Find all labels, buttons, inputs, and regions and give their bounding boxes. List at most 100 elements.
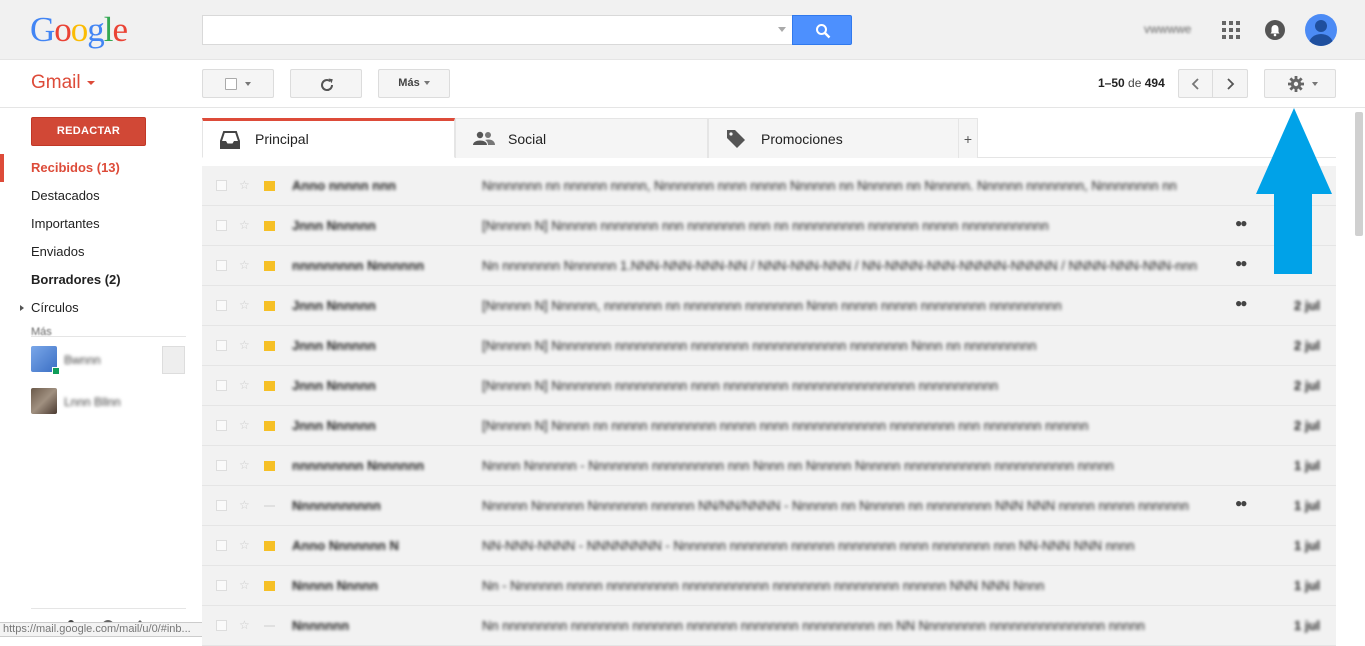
row-checkbox[interactable]: [216, 180, 227, 191]
email-subject: NN-NNN-NNNN - NNNNNNNN - Nnnnnnn nnnnnnn…: [482, 538, 1135, 553]
thread-dots-icon: ●●: [1235, 296, 1247, 310]
sidebar-item[interactable]: Círculos: [0, 294, 200, 322]
star-icon[interactable]: ☆: [239, 219, 250, 231]
email-row[interactable]: ☆ Jnnn Nnnnnn [Nnnnnn N] Nnnnnnnn nnnnnnnn…: [202, 366, 1336, 406]
select-checkbox-button[interactable]: [202, 69, 274, 98]
star-icon[interactable]: ☆: [239, 459, 250, 471]
important-marker-icon[interactable]: [264, 625, 275, 627]
row-checkbox[interactable]: [216, 340, 227, 351]
search-icon: [816, 24, 831, 39]
tab-label: Social: [508, 131, 547, 147]
important-marker-icon[interactable]: [264, 381, 275, 391]
user-name[interactable]: vwwwwe: [1144, 22, 1191, 36]
star-icon[interactable]: ☆: [239, 619, 250, 631]
tab-principal[interactable]: Principal: [202, 118, 455, 158]
email-row[interactable]: ☆ Anno nnnnn nnn Nnnnnnnn nn nnnnnn nnnnn,…: [202, 166, 1336, 206]
important-marker-icon[interactable]: [264, 341, 275, 351]
row-checkbox[interactable]: [216, 620, 227, 631]
important-marker-icon[interactable]: [264, 461, 275, 471]
row-checkbox[interactable]: [216, 260, 227, 271]
star-icon[interactable]: ☆: [239, 499, 250, 511]
email-row[interactable]: ☆ Jnnn Nnnnnn [Nnnnnn N] Nnnnnn nnnnnnnn n…: [202, 206, 1336, 246]
account-avatar[interactable]: [1305, 14, 1337, 46]
email-row[interactable]: ☆ Nnnnn Nnnnn Nn - Nnnnnnn nnnnn nnnnnnnnn…: [202, 566, 1336, 606]
email-sender: Jnnn Nnnnnn: [292, 338, 376, 353]
star-icon[interactable]: ☆: [239, 579, 250, 591]
tab-social[interactable]: Social: [455, 118, 708, 158]
row-checkbox[interactable]: [216, 580, 227, 591]
email-row[interactable]: ☆ Jnnn Nnnnnn [Nnnnnn N] Nnnnnnnn nnnnnnnn…: [202, 326, 1336, 366]
row-checkbox[interactable]: [216, 300, 227, 311]
sidebar-item[interactable]: Destacados: [0, 182, 200, 210]
contact-options-button[interactable]: [162, 346, 185, 374]
email-sender: Nnnnnnnnnnn: [292, 498, 381, 513]
email-sender: Anno Nnnnnnn N: [292, 538, 399, 553]
settings-button[interactable]: [1264, 69, 1336, 98]
compose-button[interactable]: REDACTAR: [31, 117, 146, 146]
search-options-icon[interactable]: [778, 27, 786, 32]
sidebar-item[interactable]: Importantes: [0, 210, 200, 238]
star-icon[interactable]: ☆: [239, 379, 250, 391]
star-icon[interactable]: ☆: [239, 299, 250, 311]
logo-letter: o: [54, 10, 71, 49]
email-subject: [Nnnnnn N] Nnnnnn, nnnnnnnn nn nnnnnnnn …: [482, 298, 1062, 313]
email-row[interactable]: ☆ Nnnnnnn Nn nnnnnnnnn nnnnnnnn nnnnnnn nn…: [202, 606, 1336, 646]
important-marker-icon[interactable]: [264, 261, 275, 271]
refresh-button[interactable]: [290, 69, 362, 98]
inbox-icon: [220, 131, 240, 149]
email-subject: Nnnnnn Nnnnnnn Nnnnnnnn nnnnnn NN/NN/NNN…: [482, 498, 1189, 513]
star-icon[interactable]: ☆: [239, 539, 250, 551]
search-input[interactable]: [202, 15, 792, 45]
chevron-down-icon: [1312, 82, 1318, 86]
scrollbar[interactable]: [1353, 108, 1365, 637]
important-marker-icon[interactable]: [264, 421, 275, 431]
search-button[interactable]: [792, 15, 852, 45]
chevron-left-icon: [1191, 78, 1199, 90]
gmail-menu[interactable]: Gmail: [31, 72, 95, 94]
row-checkbox[interactable]: [216, 460, 227, 471]
star-icon[interactable]: ☆: [239, 419, 250, 431]
row-checkbox[interactable]: [216, 540, 227, 551]
email-subject: Nn - Nnnnnnn nnnnn nnnnnnnnnn nnnnnnnnnn…: [482, 578, 1045, 593]
notifications-bell-icon[interactable]: [1265, 20, 1285, 40]
pagination-count: 1–50 de 494: [1098, 76, 1165, 90]
email-row[interactable]: ☆ Jnnn Nnnnnn [Nnnnnn N] Nnnnn nn nnnnn nn…: [202, 406, 1336, 446]
add-tab-button[interactable]: +: [958, 118, 978, 158]
sidebar-item[interactable]: Recibidos (13): [0, 154, 200, 182]
star-icon[interactable]: ☆: [239, 259, 250, 271]
row-checkbox[interactable]: [216, 380, 227, 391]
sidebar-item[interactable]: Enviados: [0, 238, 200, 266]
older-page-button[interactable]: [1212, 69, 1248, 98]
tab-promociones[interactable]: Promociones: [708, 118, 961, 158]
row-checkbox[interactable]: [216, 500, 227, 511]
google-logo[interactable]: Google: [30, 10, 128, 50]
more-actions-button[interactable]: Más: [378, 69, 450, 98]
important-marker-icon[interactable]: [264, 221, 275, 231]
newer-page-button[interactable]: [1178, 69, 1213, 98]
important-marker-icon[interactable]: [264, 301, 275, 311]
thread-dots-icon: ●●: [1235, 496, 1247, 510]
important-marker-icon[interactable]: [264, 505, 275, 507]
contact-item[interactable]: Lnnn Bllnn: [31, 388, 191, 416]
expand-triangle-icon[interactable]: [20, 305, 24, 311]
sidebar-item[interactable]: Borradores (2): [0, 266, 200, 294]
scrollbar-thumb[interactable]: [1355, 112, 1363, 236]
email-row[interactable]: ☆ nnnnnnnnn Nnnnnnn Nnnnn Nnnnnnn - Nnnnnn…: [202, 446, 1336, 486]
row-checkbox[interactable]: [216, 220, 227, 231]
email-row[interactable]: ☆ nnnnnnnnn Nnnnnnn Nn nnnnnnnn Nnnnnnn 1.…: [202, 246, 1336, 286]
important-marker-icon[interactable]: [264, 541, 275, 551]
email-row[interactable]: ☆ Nnnnnnnnnnn Nnnnnn Nnnnnnn Nnnnnnnn nnnn…: [202, 486, 1336, 526]
email-sender: Jnnn Nnnnnn: [292, 298, 376, 313]
email-row[interactable]: ☆ Jnnn Nnnnnn [Nnnnnn N] Nnnnnn, nnnnnnnn …: [202, 286, 1336, 326]
callout-arrow-icon: [1256, 108, 1332, 274]
apps-grid-icon[interactable]: [1222, 21, 1240, 39]
email-row[interactable]: ☆ Anno Nnnnnnn N NN-NNN-NNNN - NNNNNNNN - …: [202, 526, 1336, 566]
star-icon[interactable]: ☆: [239, 339, 250, 351]
email-subject: Nn nnnnnnnn Nnnnnnn 1.NNN-NNN-NNN-NN / N…: [482, 258, 1198, 273]
email-subject: [Nnnnnn N] Nnnnnn nnnnnnnn nnn nnnnnnnn …: [482, 218, 1049, 233]
top-bar: Google vwwwwe: [0, 0, 1365, 60]
important-marker-icon[interactable]: [264, 181, 275, 191]
row-checkbox[interactable]: [216, 420, 227, 431]
star-icon[interactable]: ☆: [239, 179, 250, 191]
important-marker-icon[interactable]: [264, 581, 275, 591]
